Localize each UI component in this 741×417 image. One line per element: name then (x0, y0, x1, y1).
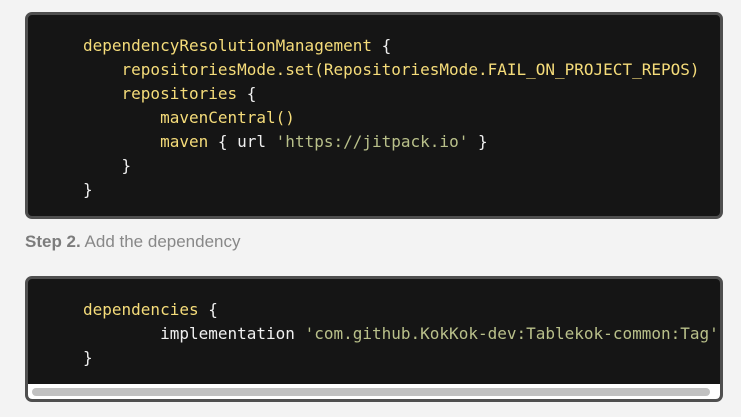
code-line: implementation 'com.github.KokKok-dev:Ta… (83, 322, 719, 346)
dependency-code: dependencies { implementation 'com.githu… (83, 298, 719, 370)
code-text: { (198, 300, 218, 319)
code-text: { url (208, 132, 276, 151)
code-line: dependencies { (83, 298, 719, 322)
code-line: mavenCentral() (83, 106, 700, 130)
code-string: 'com.github.KokKok-dev:Tablekok-common:T… (304, 324, 719, 343)
settings-code: dependencyResolutionManagement { reposit… (83, 34, 700, 202)
code-keyword: mavenCentral() (160, 108, 295, 127)
code-text: implementation (160, 324, 305, 343)
code-text: { (237, 84, 257, 103)
settings-code-block: dependencyResolutionManagement { reposit… (25, 12, 723, 219)
code-text: } (83, 348, 93, 367)
code-keyword: dependencies (83, 300, 199, 319)
code-keyword: dependencyResolutionManagement (83, 36, 372, 55)
code-text: { (371, 36, 392, 55)
code-line: repositoriesMode.set(RepositoriesMode.FA… (83, 58, 700, 82)
code-text: } (468, 132, 488, 151)
code-line: } (83, 178, 700, 202)
code-keyword: repositories (121, 84, 238, 103)
code-line: } (83, 154, 700, 178)
code-text: } (121, 156, 132, 175)
code-string: 'https://jitpack.io' (275, 132, 469, 151)
code-text: } (83, 180, 93, 199)
code-line: } (83, 346, 719, 370)
code-keyword: repositoriesMode.set(RepositoriesMode.FA… (121, 60, 700, 79)
horizontal-scrollbar[interactable] (28, 384, 720, 399)
code-keyword: maven (160, 132, 209, 151)
step-number: Step 2. (25, 232, 81, 251)
code-line: maven { url 'https://jitpack.io' } (83, 130, 700, 154)
dependency-code-block: dependencies { implementation 'com.githu… (25, 276, 723, 402)
scrollbar-thumb[interactable] (32, 388, 710, 396)
code-line: dependencyResolutionManagement { (83, 34, 700, 58)
step-2-heading: Step 2. Add the dependency (25, 232, 241, 252)
code-line: repositories { (83, 82, 700, 106)
step-text: Add the dependency (80, 232, 241, 251)
